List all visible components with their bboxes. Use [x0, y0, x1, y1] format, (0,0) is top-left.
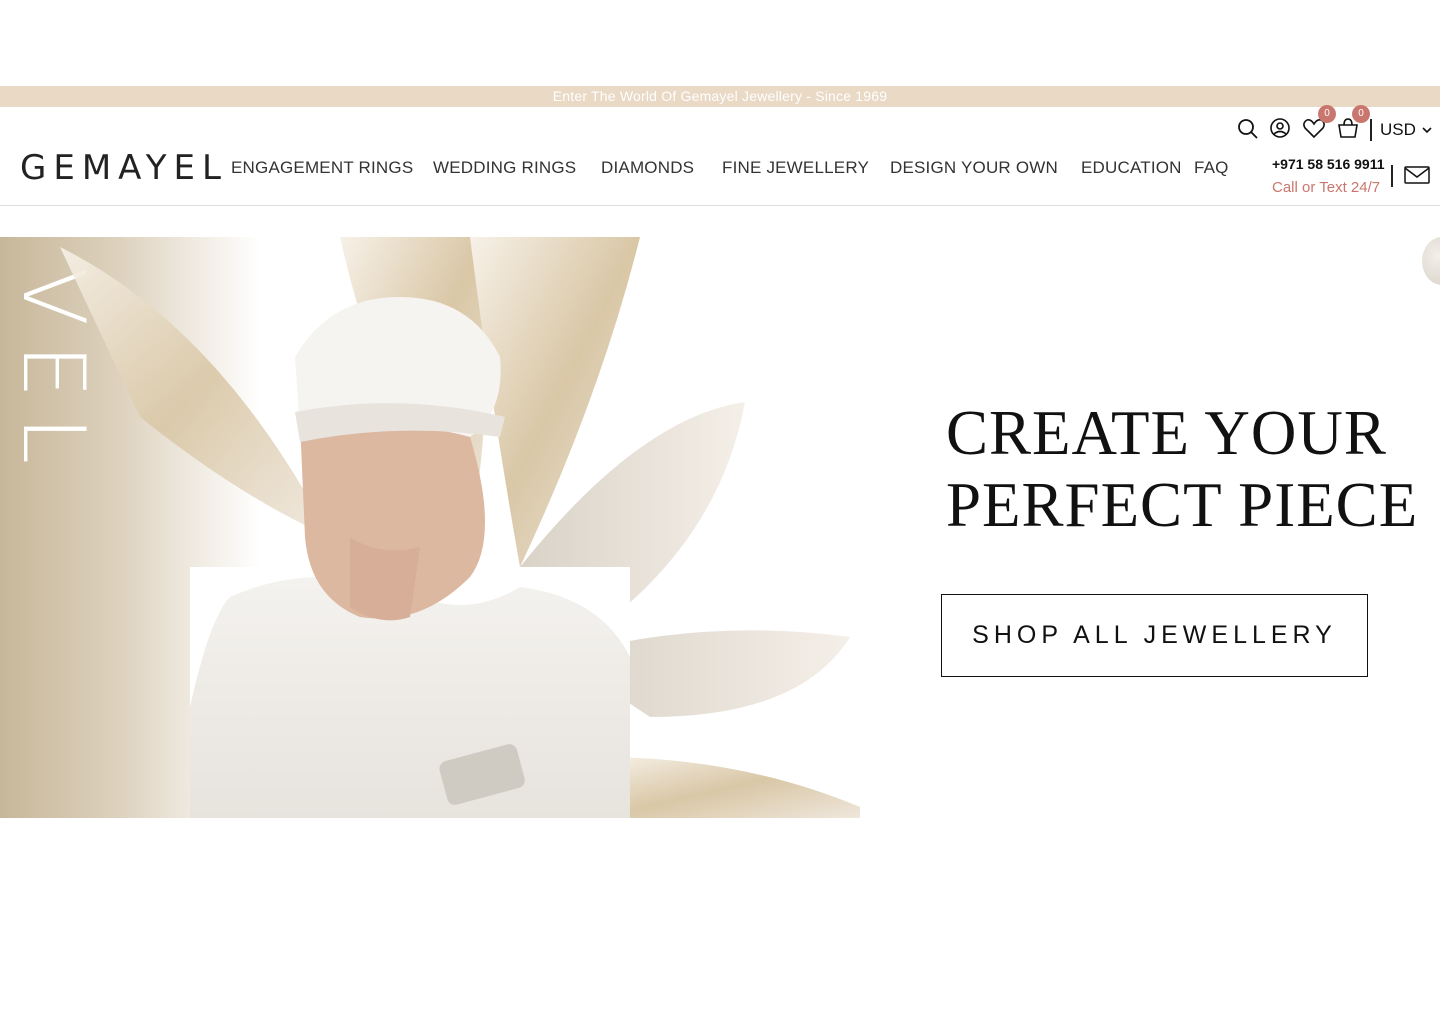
- phone-number[interactable]: +971 58 516 9911: [1272, 156, 1385, 172]
- nav-faq[interactable]: FAQ: [1194, 156, 1229, 180]
- nav-engagement-rings[interactable]: ENGAGEMENT RINGS: [231, 156, 413, 180]
- account-button[interactable]: [1266, 115, 1294, 143]
- account-icon: [1270, 118, 1290, 138]
- currency-value: USD: [1380, 120, 1416, 139]
- divider: [1370, 119, 1372, 141]
- nav-wedding-rings[interactable]: WEDDING RINGS: [433, 156, 576, 180]
- shop-all-jewellery-button[interactable]: SHOP ALL JEWELLERY: [941, 594, 1368, 677]
- carousel-next-edge[interactable]: [1422, 237, 1440, 285]
- hero-title: CREATE YOUR PERFECT PIECE: [946, 397, 1418, 541]
- cart-button[interactable]: 0: [1334, 105, 1370, 143]
- nav-fine-jewellery[interactable]: FINE JEWELLERY: [722, 156, 869, 180]
- call-text-label: Call or Text 24/7: [1272, 179, 1381, 196]
- mail-icon: [1404, 166, 1430, 184]
- hero-section: VEL CREATE YOUR PERFECT PIECE SHOP ALL J…: [0, 237, 1440, 818]
- hero-title-line2: PERFECT PIECE: [946, 470, 1419, 540]
- mail-button[interactable]: [1404, 166, 1430, 184]
- hero-image: [60, 237, 860, 818]
- nav-education[interactable]: EDUCATION: [1081, 156, 1182, 180]
- wishlist-button[interactable]: 0: [1300, 105, 1336, 143]
- hero-title-line1: CREATE YOUR: [946, 398, 1387, 468]
- nav-diamonds[interactable]: DIAMONDS: [601, 156, 694, 180]
- nav-design-your-own[interactable]: DESIGN YOUR OWN: [890, 156, 1058, 180]
- search-icon: [1238, 119, 1258, 139]
- chevron-down-icon: [1422, 127, 1432, 134]
- brand-logo[interactable]: GEMAYEL: [20, 149, 228, 187]
- cart-count-badge: 0: [1352, 105, 1370, 123]
- search-button[interactable]: [1234, 115, 1262, 143]
- site-header: GEMAYEL ENGAGEMENT RINGS WEDDING RINGS D…: [0, 105, 1440, 206]
- divider: [1391, 165, 1393, 187]
- announcement-bar: Enter The World Of Gemayel Jewellery - S…: [0, 86, 1440, 107]
- currency-selector[interactable]: USD: [1380, 120, 1433, 140]
